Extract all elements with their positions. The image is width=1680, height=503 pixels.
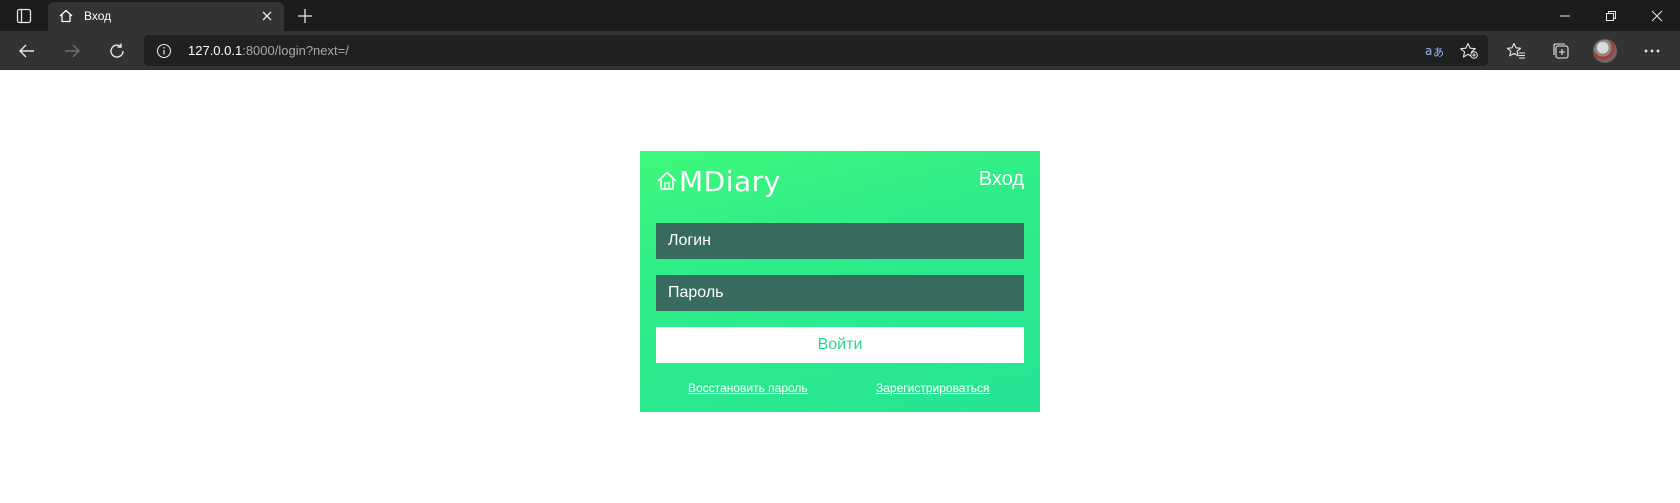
login-input[interactable] (656, 223, 1024, 259)
browser-toolbar: 127.0.0.1:8000/login?next=/ aあ (0, 31, 1680, 70)
favorites-icon[interactable] (1501, 36, 1531, 66)
url-path: :8000/login?next=/ (242, 43, 349, 58)
translate-icon[interactable]: aあ (1423, 41, 1445, 61)
login-title: Вход (978, 168, 1024, 190)
reload-icon[interactable] (102, 36, 132, 66)
brand-logo[interactable]: MDiary (656, 164, 781, 198)
svg-text:あ: あ (1433, 46, 1444, 59)
close-tab-icon[interactable] (258, 7, 276, 25)
back-arrow-icon[interactable] (12, 36, 42, 66)
minimize-window-icon[interactable] (1542, 0, 1588, 31)
login-button[interactable]: Войти (656, 327, 1024, 363)
more-options-icon[interactable] (1637, 36, 1667, 66)
tab-title: Вход (84, 9, 112, 23)
login-card: MDiary Вход Войти Восстановить пароль За… (640, 151, 1040, 412)
address-bar[interactable]: 127.0.0.1:8000/login?next=/ aあ (144, 35, 1488, 66)
close-window-icon[interactable] (1634, 0, 1680, 31)
page-content: MDiary Вход Войти Восстановить пароль За… (0, 70, 1680, 503)
add-favorite-icon[interactable] (1458, 41, 1480, 61)
profile-avatar[interactable] (1590, 36, 1620, 66)
avatar (1593, 39, 1617, 63)
url-text[interactable]: 127.0.0.1:8000/login?next=/ (188, 43, 349, 58)
collections-icon[interactable] (1546, 36, 1576, 66)
register-link[interactable]: Зарегистрироваться (876, 381, 989, 395)
new-tab-icon[interactable] (294, 5, 316, 27)
home-icon (656, 170, 678, 192)
forward-arrow-icon[interactable] (57, 36, 87, 66)
password-input[interactable] (656, 275, 1024, 311)
url-host: 127.0.0.1 (188, 43, 243, 58)
svg-text:a: a (1425, 44, 1432, 58)
restore-password-link[interactable]: Восстановить пароль (688, 381, 808, 395)
restore-window-icon[interactable] (1588, 0, 1634, 31)
browser-titlebar: Вход (0, 0, 1680, 31)
tab-actions-icon[interactable] (12, 6, 36, 26)
home-icon (58, 8, 74, 24)
browser-tab-active[interactable]: Вход (48, 2, 284, 31)
info-icon[interactable] (156, 43, 172, 59)
brand-name: MDiary (679, 164, 781, 198)
